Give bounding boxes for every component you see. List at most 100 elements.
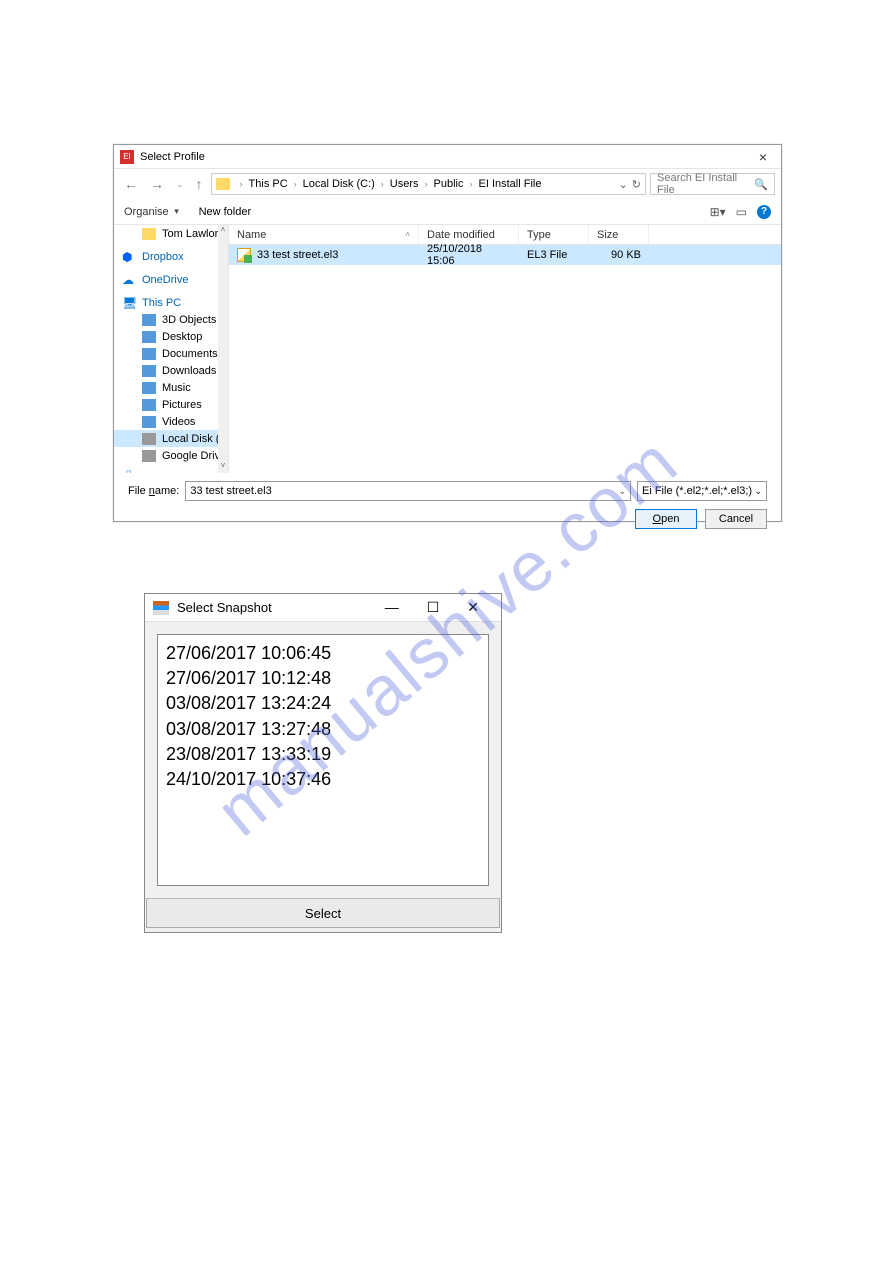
file-icon bbox=[237, 248, 251, 262]
gen-icon bbox=[142, 365, 156, 377]
list-item[interactable]: 03/08/2017 13:24:24 bbox=[166, 691, 480, 716]
dialog-title: Select Profile bbox=[140, 151, 205, 163]
snapshot-list[interactable]: 27/06/2017 10:06:4527/06/2017 10:12:4803… bbox=[157, 634, 489, 886]
sidebar-scrollbar[interactable]: ˄ ˅ bbox=[218, 225, 228, 473]
filetype-select[interactable]: Ei File (*.el2;*.el;*.el3;) ⌄ bbox=[637, 481, 767, 501]
list-item[interactable]: 24/10/2017 10:37:46 bbox=[166, 767, 480, 792]
help-icon[interactable]: ? bbox=[757, 205, 771, 219]
select-button[interactable]: Select bbox=[146, 898, 500, 928]
chevron-down-icon[interactable]: ⌄ bbox=[618, 486, 626, 497]
sidebar-item-label: Desktop bbox=[162, 331, 202, 343]
sidebar-item[interactable]: Music bbox=[114, 379, 228, 396]
file-type: EL3 File bbox=[519, 249, 589, 261]
sidebar-item[interactable]: Google Drive Fil bbox=[114, 447, 228, 464]
preview-pane-button[interactable]: ▭ bbox=[736, 205, 747, 219]
minimize-icon[interactable]: — bbox=[371, 595, 413, 620]
nav-sidebar: Tom Lawlor ⬢Dropbox ☁OneDrive 🖥 This PC 3D Ob… bbox=[114, 225, 229, 473]
list-item[interactable]: 03/08/2017 13:27:48 bbox=[166, 717, 480, 742]
chevron-right-icon[interactable]: › bbox=[421, 179, 432, 189]
chevron-down-icon: ⌄ bbox=[754, 486, 762, 497]
sidebar-item[interactable]: Documents bbox=[114, 345, 228, 362]
dialog-titlebar: Select Snapshot — ☐ ✕ bbox=[145, 594, 501, 622]
folder-icon bbox=[142, 228, 156, 240]
dropbox-icon: ⬢ bbox=[122, 251, 136, 263]
back-button[interactable]: ← bbox=[120, 172, 142, 196]
new-folder-button[interactable]: New folder bbox=[199, 206, 252, 218]
breadcrumb-segment[interactable]: EI Install File bbox=[479, 178, 542, 190]
breadcrumb-segment[interactable]: Users bbox=[390, 178, 419, 190]
close-icon[interactable]: × bbox=[751, 149, 775, 165]
sidebar-item-label: Videos bbox=[162, 416, 195, 428]
sidebar-item[interactable]: Desktop bbox=[114, 328, 228, 345]
sidebar-item[interactable]: ☁OneDrive bbox=[114, 271, 228, 288]
dialog-title: Select Snapshot bbox=[177, 600, 272, 615]
sidebar-item[interactable]: 3D Objects bbox=[114, 311, 228, 328]
breadcrumb-segment[interactable]: Public bbox=[434, 178, 464, 190]
organise-button[interactable]: Organise ▼ bbox=[124, 206, 181, 218]
filename-label: File name: bbox=[128, 485, 179, 497]
maximize-icon[interactable]: ☐ bbox=[413, 595, 454, 620]
select-snapshot-dialog: Select Snapshot — ☐ ✕ 27/06/2017 10:06:4… bbox=[144, 593, 502, 933]
net-icon: 🖧 bbox=[122, 473, 136, 474]
file-size: 90 KB bbox=[589, 249, 649, 261]
cancel-button[interactable]: Cancel bbox=[705, 509, 767, 529]
view-options-button[interactable]: ⊞▾ bbox=[710, 205, 726, 219]
sidebar-item[interactable]: 🖧Network bbox=[114, 470, 228, 473]
file-date: 25/10/2018 15:06 bbox=[419, 243, 519, 267]
pc-icon: 🖥 bbox=[122, 297, 136, 309]
sidebar-item[interactable]: Downloads bbox=[114, 362, 228, 379]
gen-icon bbox=[142, 348, 156, 360]
disk-icon bbox=[142, 450, 156, 462]
sidebar-item-label: Music bbox=[162, 382, 191, 394]
list-item[interactable]: 27/06/2017 10:12:48 bbox=[166, 666, 480, 691]
column-header-date[interactable]: Date modified bbox=[419, 225, 519, 244]
sidebar-item-label: This PC bbox=[142, 297, 181, 309]
list-item[interactable]: 23/08/2017 13:33:19 bbox=[166, 742, 480, 767]
forward-button[interactable]: → bbox=[146, 172, 168, 196]
recent-dropdown-icon[interactable]: ⌄ bbox=[172, 175, 188, 194]
gen-icon bbox=[142, 331, 156, 343]
sidebar-item[interactable]: Tom Lawlor bbox=[114, 225, 228, 242]
up-button[interactable]: ↑ bbox=[192, 172, 207, 196]
dialog-titlebar: EI Select Profile × bbox=[114, 145, 781, 169]
open-button[interactable]: Open bbox=[635, 509, 697, 529]
scroll-down-icon[interactable]: ˅ bbox=[218, 461, 228, 473]
toolbar: Organise ▼ New folder ⊞▾ ▭ ? bbox=[114, 199, 781, 225]
sidebar-item[interactable]: ⬢Dropbox bbox=[114, 248, 228, 265]
scroll-up-icon[interactable]: ˄ bbox=[218, 225, 228, 237]
search-placeholder: Search EI Install File bbox=[657, 172, 754, 196]
sidebar-item-label: Pictures bbox=[162, 399, 202, 411]
breadcrumb-segment[interactable]: This PC bbox=[249, 178, 288, 190]
sidebar-item-label: Documents bbox=[162, 348, 218, 360]
chevron-right-icon[interactable]: › bbox=[290, 179, 301, 189]
sidebar-item[interactable]: Local Disk (C:) bbox=[114, 430, 228, 447]
chevron-right-icon[interactable]: › bbox=[377, 179, 388, 189]
disk-icon bbox=[142, 433, 156, 445]
chevron-right-icon[interactable]: › bbox=[466, 179, 477, 189]
file-open-dialog: EI Select Profile × ← → ⌄ ↑ › This PC › … bbox=[113, 144, 782, 522]
column-header-size[interactable]: Size bbox=[589, 225, 649, 244]
gen-icon bbox=[142, 382, 156, 394]
search-icon: 🔍 bbox=[754, 178, 768, 191]
folder-icon bbox=[216, 178, 230, 190]
filename-input[interactable]: 33 test street.el3 ⌄ bbox=[185, 481, 631, 501]
gen-icon bbox=[142, 399, 156, 411]
file-row[interactable]: 33 test street.el3 25/10/2018 15:06 EL3 … bbox=[229, 245, 781, 265]
sidebar-item-label: OneDrive bbox=[142, 274, 188, 286]
search-input[interactable]: Search EI Install File 🔍 bbox=[650, 173, 775, 195]
chevron-down-icon: ▼ bbox=[173, 207, 181, 216]
address-dropdown[interactable]: ⌄↻ bbox=[619, 178, 641, 191]
sidebar-item-label: Tom Lawlor bbox=[162, 228, 218, 240]
sidebar-item[interactable]: 🖥 This PC bbox=[114, 294, 228, 311]
chevron-right-icon[interactable]: › bbox=[236, 179, 247, 189]
sidebar-item-label: Downloads bbox=[162, 365, 216, 377]
sidebar-item[interactable]: Pictures bbox=[114, 396, 228, 413]
sidebar-item[interactable]: Videos bbox=[114, 413, 228, 430]
file-list: Name ˄ Date modified Type Size 33 test s… bbox=[229, 225, 781, 473]
close-icon[interactable]: ✕ bbox=[453, 595, 493, 620]
column-header-name[interactable]: Name ˄ bbox=[229, 225, 419, 244]
breadcrumb-segment[interactable]: Local Disk (C:) bbox=[303, 178, 375, 190]
list-item[interactable]: 27/06/2017 10:06:45 bbox=[166, 641, 480, 666]
address-bar[interactable]: › This PC › Local Disk (C:) › Users › Pu… bbox=[211, 173, 646, 195]
column-header-type[interactable]: Type bbox=[519, 225, 589, 244]
